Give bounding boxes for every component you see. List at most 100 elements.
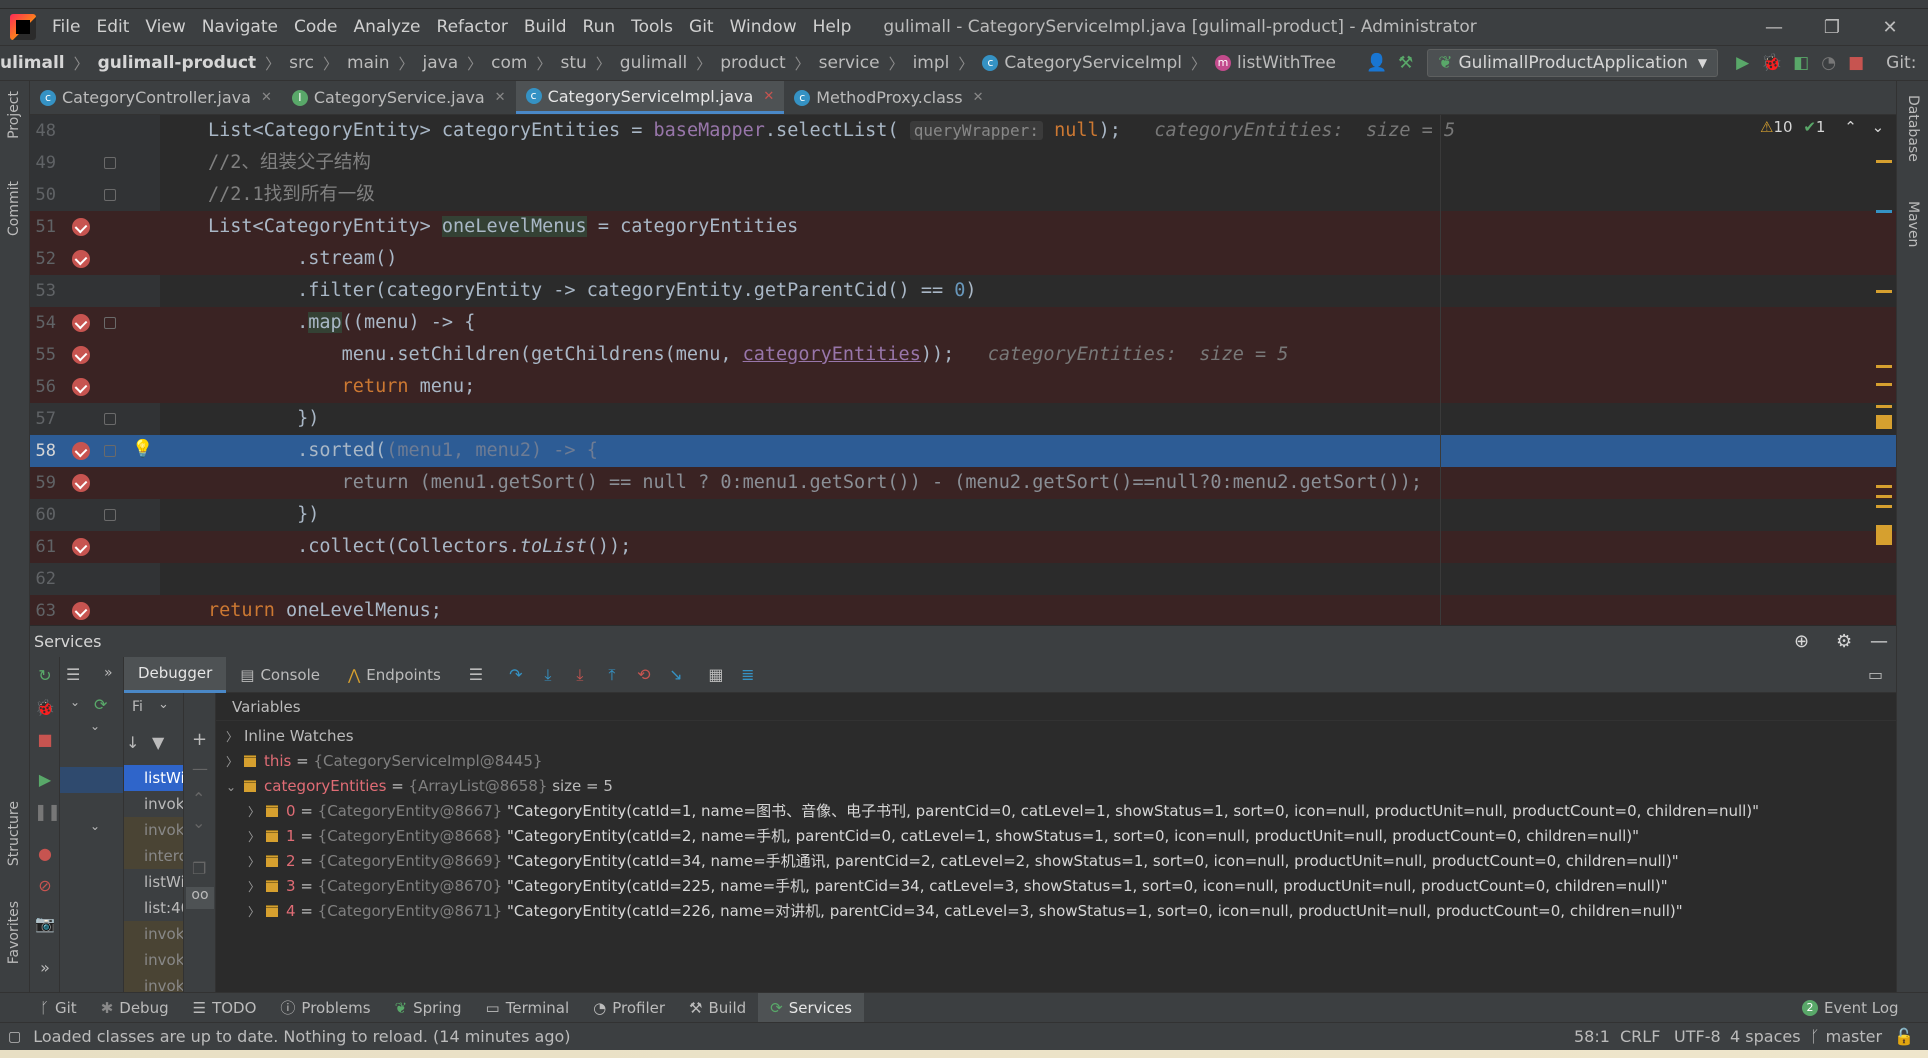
lightbulb-icon[interactable]: 💡 bbox=[132, 439, 153, 459]
stack-frame[interactable]: listWi bbox=[124, 765, 183, 791]
restore-button[interactable]: ❐ bbox=[1804, 9, 1860, 45]
drop-frame-icon[interactable]: ⟲ bbox=[633, 664, 655, 686]
tab-method-proxy[interactable]: c MethodProxy.class ✕ bbox=[784, 81, 993, 114]
resume-icon[interactable]: ▶ bbox=[34, 769, 56, 791]
breadcrumb-impl[interactable]: impl bbox=[913, 53, 950, 73]
info-mark[interactable] bbox=[1876, 210, 1892, 213]
fold-icon[interactable] bbox=[104, 157, 116, 169]
crosshair-icon[interactable]: ⊕ bbox=[1794, 631, 1809, 652]
breadcrumb-java[interactable]: java bbox=[423, 53, 459, 73]
build-hammer-icon[interactable]: ⚒ bbox=[1398, 53, 1413, 73]
frames-filter[interactable]: Fi bbox=[132, 699, 143, 715]
breakpoint-icon[interactable] bbox=[72, 538, 90, 556]
commit-tool-button[interactable]: Commit bbox=[6, 181, 22, 236]
tab-endpoints[interactable]: ⋀ Endpoints bbox=[334, 657, 455, 693]
chevron-right-icon[interactable]: 〉 bbox=[248, 900, 266, 925]
fold-icon[interactable] bbox=[104, 509, 116, 521]
stop-icon[interactable]: ■ bbox=[1848, 53, 1864, 73]
menu-code[interactable]: Code bbox=[294, 17, 338, 37]
status-message[interactable]: Loaded classes are up to date. Nothing t… bbox=[33, 1027, 570, 1046]
list-entry-row[interactable]: 〉 0 = {CategoryEntity@8667} "CategoryEnti… bbox=[248, 799, 1759, 824]
chevron-right-icon[interactable]: 〉 bbox=[248, 850, 266, 875]
fold-icon[interactable] bbox=[104, 317, 116, 329]
warning-mark[interactable] bbox=[1876, 505, 1892, 508]
close-window-button[interactable]: ✕ bbox=[1862, 9, 1918, 45]
warning-mark[interactable] bbox=[1876, 485, 1892, 488]
breakpoint-icon[interactable] bbox=[72, 378, 90, 396]
caret-position[interactable]: 58:1 bbox=[1574, 1027, 1610, 1046]
debug-bug-icon[interactable]: 🐞 bbox=[34, 697, 56, 719]
database-tool-button[interactable]: Database bbox=[1905, 95, 1921, 162]
inline-watches-row[interactable]: 〉 Inline Watches bbox=[226, 724, 354, 749]
editor-gutter[interactable]: 48 49 50 51 52 53 54 55 56 57 58 💡 59 60 … bbox=[30, 115, 160, 627]
tool-tab-build[interactable]: ⚒ Build bbox=[677, 993, 758, 1023]
chevron-up-icon[interactable]: ⌃ bbox=[192, 789, 205, 808]
tab-category-controller[interactable]: c CategoryController.java ✕ bbox=[30, 81, 282, 114]
close-icon[interactable]: ✕ bbox=[495, 90, 506, 105]
run-to-cursor-icon[interactable]: ↘ bbox=[665, 664, 687, 686]
menu-view[interactable]: View bbox=[145, 17, 185, 37]
collapse-all-icon[interactable]: ☰ bbox=[66, 665, 80, 684]
close-icon[interactable]: ✕ bbox=[973, 90, 984, 105]
list-entry-row[interactable]: 〉 3 = {CategoryEntity@8670} "CategoryEnti… bbox=[248, 874, 1668, 899]
git-branch[interactable]: ᚴ master bbox=[1810, 1027, 1882, 1046]
tab-category-service[interactable]: I CategoryService.java ✕ bbox=[282, 81, 516, 114]
close-icon[interactable]: ✕ bbox=[261, 90, 272, 105]
tool-tab-profiler[interactable]: ◔ Profiler bbox=[581, 993, 677, 1023]
indent-setting[interactable]: 4 spaces bbox=[1730, 1027, 1801, 1046]
project-tool-button[interactable]: Project bbox=[6, 91, 22, 139]
menu-tools[interactable]: Tools bbox=[631, 17, 673, 37]
frames-list[interactable]: Fi ⌄ ↓ ▼ listWi invok invok interc listW… bbox=[124, 693, 184, 992]
tool-tab-services[interactable]: ⟳ Services bbox=[758, 992, 864, 1023]
stop-icon[interactable]: ■ bbox=[34, 729, 56, 751]
remove-icon[interactable]: — bbox=[192, 759, 208, 778]
breadcrumb-class[interactable]: c CategoryServiceImpl bbox=[982, 53, 1182, 73]
breadcrumb-module[interactable]: gulimall-product bbox=[98, 53, 257, 73]
run-configuration-select[interactable]: ❦ GulimallProductApplication ▼ bbox=[1427, 49, 1719, 77]
breakpoint-icon[interactable] bbox=[72, 314, 90, 332]
rerun-icon[interactable]: ↻ bbox=[34, 665, 56, 687]
maven-tool-button[interactable]: Maven bbox=[1905, 201, 1921, 247]
stack-frame[interactable]: list:40 bbox=[124, 895, 183, 921]
stack-frame[interactable]: interc bbox=[124, 843, 183, 869]
tab-console[interactable]: ▤ Console bbox=[226, 657, 334, 693]
chevron-down-icon[interactable]: ⌄ bbox=[226, 775, 244, 800]
menu-edit[interactable]: Edit bbox=[96, 17, 129, 37]
step-into-icon[interactable]: ⤓ bbox=[537, 664, 559, 686]
fold-icon[interactable] bbox=[104, 189, 116, 201]
tab-debugger[interactable]: Debugger bbox=[124, 656, 227, 693]
step-over-icon[interactable]: ↷ bbox=[505, 664, 527, 686]
tool-tab-problems[interactable]: ⓘ Problems bbox=[268, 993, 382, 1023]
chevron-right-icon[interactable]: 〉 bbox=[248, 800, 266, 825]
warning-mark[interactable] bbox=[1876, 365, 1892, 368]
chevron-down-icon[interactable]: ⌄ bbox=[90, 819, 100, 833]
add-watch-icon[interactable]: + bbox=[192, 729, 207, 750]
profile-icon[interactable]: ◔ bbox=[1821, 53, 1836, 73]
services-tree[interactable]: ☰ » ⌄ ⟳ ⌄ ⌄ bbox=[60, 657, 124, 992]
arrow-down-icon[interactable]: ↓ bbox=[126, 733, 139, 752]
camera-icon[interactable]: 📷 bbox=[34, 913, 56, 935]
force-step-into-icon[interactable]: ⤓ bbox=[569, 664, 591, 686]
menu-help[interactable]: Help bbox=[813, 17, 852, 37]
variables-panel[interactable]: Variables 〉 Inline Watches 〉 this = {Categ… bbox=[216, 693, 1896, 992]
warning-mark[interactable] bbox=[1876, 525, 1892, 545]
chevron-down-icon[interactable]: ⌄ bbox=[70, 695, 80, 709]
debug-icon[interactable]: 🐞 bbox=[1761, 53, 1782, 73]
evaluate-table-icon[interactable]: ▦ bbox=[705, 664, 727, 686]
chevron-right-icon[interactable]: 〉 bbox=[226, 725, 244, 750]
breakpoint-icon[interactable] bbox=[72, 474, 90, 492]
list-entry-row[interactable]: 〉 1 = {CategoryEntity@8668} "CategoryEnti… bbox=[248, 824, 1639, 849]
stack-frame[interactable]: invok bbox=[124, 973, 183, 992]
stack-frame[interactable]: invok bbox=[124, 817, 183, 843]
chevron-up-icon[interactable]: ⌃ bbox=[1844, 118, 1857, 136]
warning-mark[interactable] bbox=[1876, 495, 1892, 498]
layout-icon[interactable]: ▭ bbox=[1868, 665, 1883, 684]
view-breakpoints-icon[interactable]: ● bbox=[34, 843, 56, 865]
menu-file[interactable]: File bbox=[52, 17, 80, 37]
menu-analyze[interactable]: Analyze bbox=[354, 17, 421, 37]
copy-icon[interactable]: ❐ bbox=[192, 859, 206, 878]
breakpoint-icon[interactable] bbox=[72, 442, 90, 460]
stack-frame[interactable]: invok bbox=[124, 791, 183, 817]
breadcrumb-root[interactable]: ulimall bbox=[0, 53, 65, 73]
breadcrumb-service[interactable]: service bbox=[819, 53, 880, 73]
